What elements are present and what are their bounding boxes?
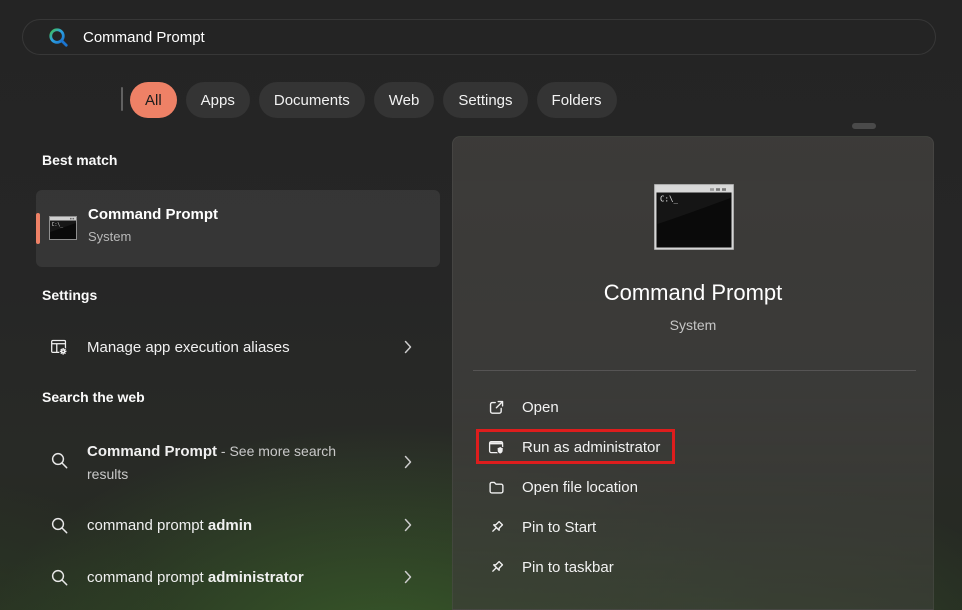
run-as-admin-icon [488, 439, 505, 456]
web-result-label: command prompt administrator [87, 569, 304, 586]
chevron-right-icon [404, 340, 412, 354]
action-open[interactable]: Open [453, 387, 933, 427]
tab-documents[interactable]: Documents [259, 82, 365, 118]
settings-heading: Settings [42, 287, 97, 303]
web-result-label: command prompt admin [87, 517, 252, 534]
search-icon [48, 27, 69, 48]
action-pin-to-start[interactable]: Pin to Start [453, 507, 933, 547]
tab-apps[interactable]: Apps [186, 82, 250, 118]
action-label: Pin to taskbar [522, 559, 614, 576]
search-bar[interactable] [22, 19, 936, 55]
magnifier-icon [50, 568, 69, 587]
settings-result-manage-aliases[interactable]: Manage app execution aliases [36, 325, 440, 369]
svg-text:C:\_: C:\_ [52, 222, 64, 228]
query-bold: admin [208, 517, 252, 534]
query-text: Command Prompt [87, 443, 217, 460]
best-match-title: Command Prompt [88, 206, 218, 223]
tab-settings[interactable]: Settings [443, 82, 527, 118]
action-label: Run as administrator [522, 439, 660, 456]
search-input[interactable] [83, 29, 935, 46]
search-the-web-heading: Search the web [42, 389, 145, 405]
action-run-as-administrator[interactable]: Run as administrator [453, 427, 933, 467]
best-match-result[interactable]: C:\_ Command Prompt System [36, 190, 440, 267]
tab-web[interactable]: Web [374, 82, 435, 118]
folder-icon [488, 479, 505, 496]
action-open-file-location[interactable]: Open file location [453, 467, 933, 507]
command-prompt-icon-large: C:\_ [654, 184, 734, 250]
panel-divider [473, 370, 916, 371]
settings-result-label: Manage app execution aliases [87, 339, 290, 356]
action-pin-to-taskbar[interactable]: Pin to taskbar [453, 547, 933, 587]
web-result-administrator[interactable]: command prompt administrator [36, 555, 440, 599]
pin-icon [488, 519, 505, 536]
panel-app-subtitle: System [453, 317, 933, 333]
command-prompt-icon: C:\_ [49, 216, 77, 240]
open-external-icon [488, 399, 505, 416]
chevron-right-icon [404, 455, 412, 469]
query-prefix: command prompt [87, 517, 208, 534]
query-bold: administrator [208, 569, 304, 586]
web-result-label: Command Prompt - See more search results [87, 440, 365, 486]
tab-all[interactable]: All [130, 82, 177, 118]
tabs-divider [121, 87, 123, 111]
chevron-right-icon [404, 518, 412, 532]
magnifier-icon [50, 516, 69, 535]
selection-accent-bar [36, 213, 40, 244]
action-label: Pin to Start [522, 519, 596, 536]
magnifier-icon [50, 451, 69, 470]
app-execution-aliases-icon [50, 338, 68, 356]
panel-app-title: Command Prompt [453, 280, 933, 306]
scrollbar-thumb[interactable] [852, 123, 876, 129]
action-label: Open [522, 399, 559, 416]
windows-search-flyout: All Apps Documents Web Settings Folders … [0, 0, 962, 610]
tab-folders[interactable]: Folders [537, 82, 617, 118]
pin-icon [488, 559, 505, 576]
chevron-right-icon [404, 570, 412, 584]
preview-panel: C:\_ Command Prompt System Open Run as a… [452, 136, 934, 610]
svg-text:C:\_: C:\_ [660, 195, 679, 204]
web-result-see-more[interactable]: Command Prompt - See more search results [36, 432, 440, 494]
best-match-subtitle: System [88, 229, 131, 244]
filter-tabs: All Apps Documents Web Settings Folders [130, 82, 617, 118]
query-prefix: command prompt [87, 569, 208, 586]
action-label: Open file location [522, 479, 638, 496]
web-result-admin[interactable]: command prompt admin [36, 503, 440, 547]
best-match-heading: Best match [42, 152, 117, 168]
